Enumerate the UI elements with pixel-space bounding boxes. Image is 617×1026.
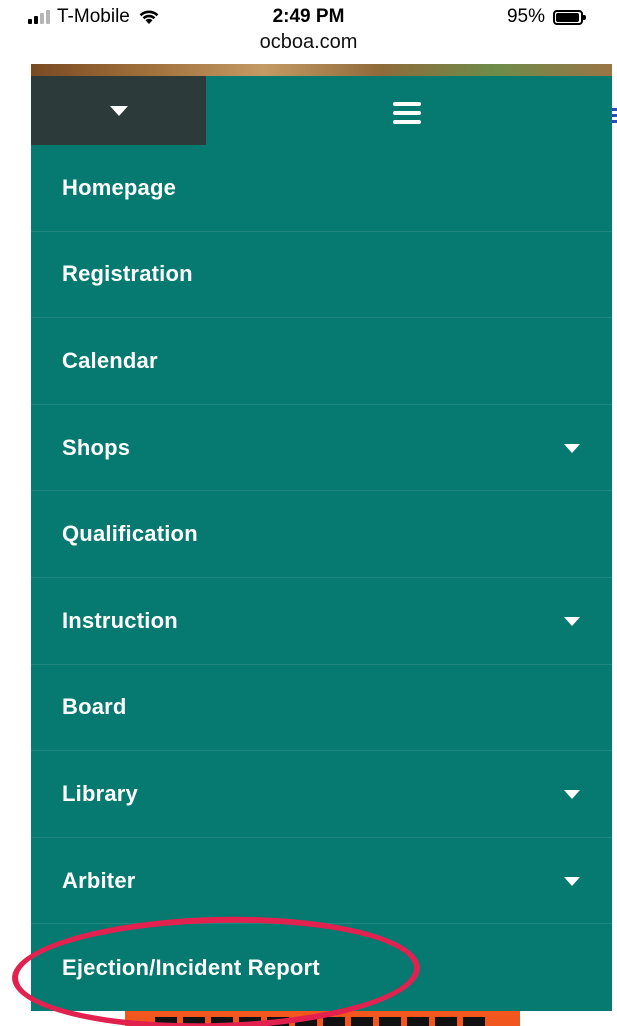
nav-item-label: Arbiter	[62, 867, 136, 893]
status-bar: T-Mobile 2:49 PM 95%	[0, 0, 617, 32]
hero-image-strip	[31, 64, 612, 76]
submenu-caret-icon[interactable]	[564, 789, 580, 799]
battery-percent: 95%	[506, 6, 545, 27]
nav-item-shops[interactable]: Shops	[31, 405, 612, 492]
nav-item-label: Board	[62, 694, 127, 720]
nav-menu: Homepage Registration Calendar Shops Qua…	[31, 145, 612, 1011]
nav-item-label: Instruction	[62, 607, 178, 633]
battery-icon	[553, 9, 586, 25]
submenu-caret-icon[interactable]	[564, 876, 580, 886]
page-banner-peek	[125, 1011, 520, 1026]
nav-item-arbiter[interactable]: Arbiter	[31, 838, 612, 925]
nav-item-label: Ejection/Incident Report	[62, 954, 320, 980]
nav-dropdown-toggle[interactable]	[31, 76, 206, 145]
nav-item-ejection-incident-report[interactable]: Ejection/Incident Report	[31, 924, 612, 1011]
partial-menu-icon	[612, 108, 617, 124]
banner-text-fragment	[155, 1017, 490, 1026]
nav-item-label: Library	[62, 780, 138, 806]
nav-item-instruction[interactable]: Instruction	[31, 578, 612, 665]
nav-item-library[interactable]: Library	[31, 751, 612, 838]
caret-down-icon	[109, 105, 128, 116]
nav-item-homepage[interactable]: Homepage	[31, 145, 612, 232]
nav-item-label: Qualification	[62, 521, 198, 547]
nav-item-label: Shops	[62, 434, 131, 460]
phone-screen: T-Mobile 2:49 PM 95% ocboa.com Homepage …	[0, 0, 617, 1026]
nav-item-board[interactable]: Board	[31, 665, 612, 752]
submenu-caret-icon[interactable]	[564, 443, 580, 453]
nav-item-label: Homepage	[62, 174, 177, 200]
nav-item-label: Calendar	[62, 347, 158, 373]
site-nav-bar	[31, 76, 612, 145]
submenu-caret-icon[interactable]	[564, 616, 580, 626]
nav-item-qualification[interactable]: Qualification	[31, 491, 612, 578]
address-bar-url[interactable]: ocboa.com	[0, 31, 617, 54]
nav-item-label: Registration	[62, 261, 193, 287]
nav-item-registration[interactable]: Registration	[31, 232, 612, 319]
nav-item-calendar[interactable]: Calendar	[31, 318, 612, 405]
battery-status: 95%	[506, 6, 586, 28]
hamburger-icon[interactable]	[393, 102, 421, 124]
